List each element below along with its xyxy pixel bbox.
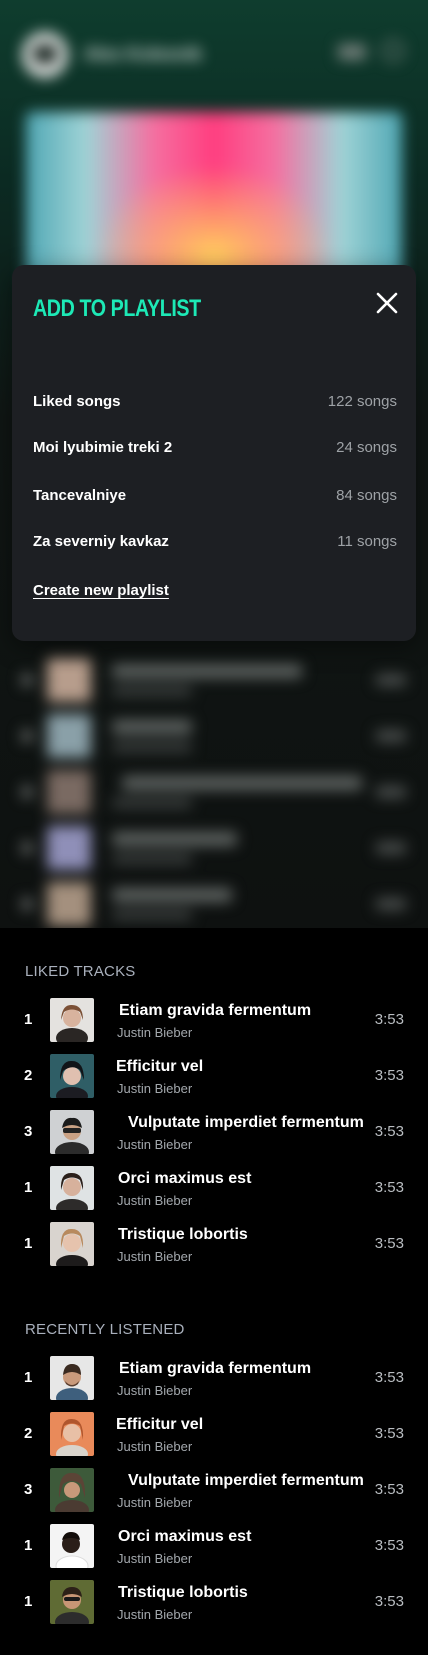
track-cover [50,1524,94,1568]
track-cover [50,1110,94,1154]
background-row [22,658,406,706]
search-icon [382,40,404,62]
playlist-count: 11 songs [337,533,397,550]
playlist-item[interactable]: Tancevalniye 84 songs [33,485,397,509]
track-row[interactable]: 3 Vulputate imperdiet fermentum Justin B… [24,1110,404,1156]
track-duration: 3:53 [374,1011,404,1028]
liked-tracks-heading: LIKED TRACKS [25,963,136,980]
track-number: 1 [24,1179,33,1196]
track-number: 1 [24,1537,33,1554]
track-duration: 3:53 [374,1481,404,1498]
track-row[interactable]: 2 Efficitur vel Justin Bieber 3:53 [24,1412,404,1458]
track-artist: Justin Bieber [117,1551,193,1566]
background-header: Alex Kolesnik [22,30,406,78]
recently-listened-heading: RECENTLY LISTENED [25,1321,185,1338]
track-title: Vulputate imperdiet fermentum [128,1114,364,1131]
background-row [22,770,406,818]
track-duration: 3:53 [374,1593,404,1610]
background-row [22,714,406,762]
track-duration: 3:53 [374,1235,404,1252]
track-artist: Justin Bieber [117,1025,193,1040]
track-number: 1 [24,1593,33,1610]
track-cover [50,1412,94,1456]
track-number: 3 [24,1481,33,1498]
track-title: Efficitur vel [116,1058,204,1075]
track-row[interactable]: 1 Etiam gravida fermentum Justin Bieber … [24,998,404,1044]
track-duration: 3:53 [374,1537,404,1554]
background-row [22,882,406,928]
playlist-item[interactable]: Za severniy kavkaz 11 songs [33,531,397,555]
track-cover [50,1222,94,1266]
track-title: Efficitur vel [116,1416,204,1433]
track-duration: 3:53 [374,1123,404,1140]
track-row[interactable]: 1 Orci maximus est Justin Bieber 3:53 [24,1166,404,1212]
track-artist: Justin Bieber [117,1193,193,1208]
track-artist: Justin Bieber [117,1607,193,1622]
track-number: 1 [24,1235,33,1252]
track-duration: 3:53 [374,1179,404,1196]
playlist-count: 84 songs [336,487,397,504]
playlist-name: Za severniy kavkaz [33,533,169,550]
track-title: Tristique lobortis [118,1584,248,1601]
track-number: 3 [24,1123,33,1140]
playlist-count: 24 songs [336,439,397,456]
close-icon [376,292,398,314]
playlist-name: Moi lyubimie treki 2 [33,439,173,456]
track-artist: Justin Bieber [117,1249,193,1264]
track-cover [50,998,94,1042]
playlist-item[interactable]: Liked songs 122 songs [33,391,397,415]
track-row[interactable]: 1 Tristique lobortis Justin Bieber 3:53 [24,1222,404,1268]
track-row[interactable]: 1 Tristique lobortis Justin Bieber 3:53 [24,1580,404,1626]
avatar [22,32,68,78]
background-row [22,826,406,874]
create-playlist-link[interactable]: Create new playlist [33,582,169,599]
track-number: 1 [24,1369,33,1386]
notifications-icon [338,44,366,60]
track-number: 1 [24,1011,33,1028]
track-artist: Justin Bieber [117,1495,193,1510]
track-title: Vulputate imperdiet fermentum [128,1472,364,1489]
track-row[interactable]: 2 Efficitur vel Justin Bieber 3:53 [24,1054,404,1100]
playlist-item[interactable]: Moi lyubimie treki 2 24 songs [33,437,397,461]
track-row[interactable]: 1 Orci maximus est Justin Bieber 3:53 [24,1524,404,1570]
track-artist: Justin Bieber [117,1081,193,1096]
track-cover [50,1356,94,1400]
track-artist: Justin Bieber [117,1137,193,1152]
track-title: Etiam gravida fermentum [119,1002,312,1019]
track-row[interactable]: 3 Vulputate imperdiet fermentum Justin B… [24,1468,404,1514]
playlist-count: 122 songs [327,393,397,410]
track-duration: 3:53 [374,1425,404,1442]
track-row[interactable]: 1 Etiam gravida fermentum Justin Bieber … [24,1356,404,1402]
track-cover [50,1580,94,1624]
close-button[interactable] [373,289,401,317]
modal-title: ADD TO PLAYLIST [33,295,201,322]
track-title: Orci maximus est [118,1528,252,1545]
track-number: 2 [24,1425,33,1442]
track-duration: 3:53 [374,1067,404,1084]
track-cover [50,1166,94,1210]
track-number: 2 [24,1067,33,1084]
track-artist: Justin Bieber [117,1439,193,1454]
playlist-name: Liked songs [33,393,121,410]
track-title: Orci maximus est [118,1170,252,1187]
track-cover [50,1054,94,1098]
playlist-name: Tancevalniye [33,487,127,504]
add-to-playlist-modal: ADD TO PLAYLIST Liked songs 122 songs Mo… [12,265,416,641]
user-name: Alex Kolesnik [84,44,203,64]
track-title: Tristique lobortis [118,1226,248,1243]
track-artist: Justin Bieber [117,1383,193,1398]
track-duration: 3:53 [374,1369,404,1386]
track-cover [50,1468,94,1512]
track-title: Etiam gravida fermentum [119,1360,312,1377]
